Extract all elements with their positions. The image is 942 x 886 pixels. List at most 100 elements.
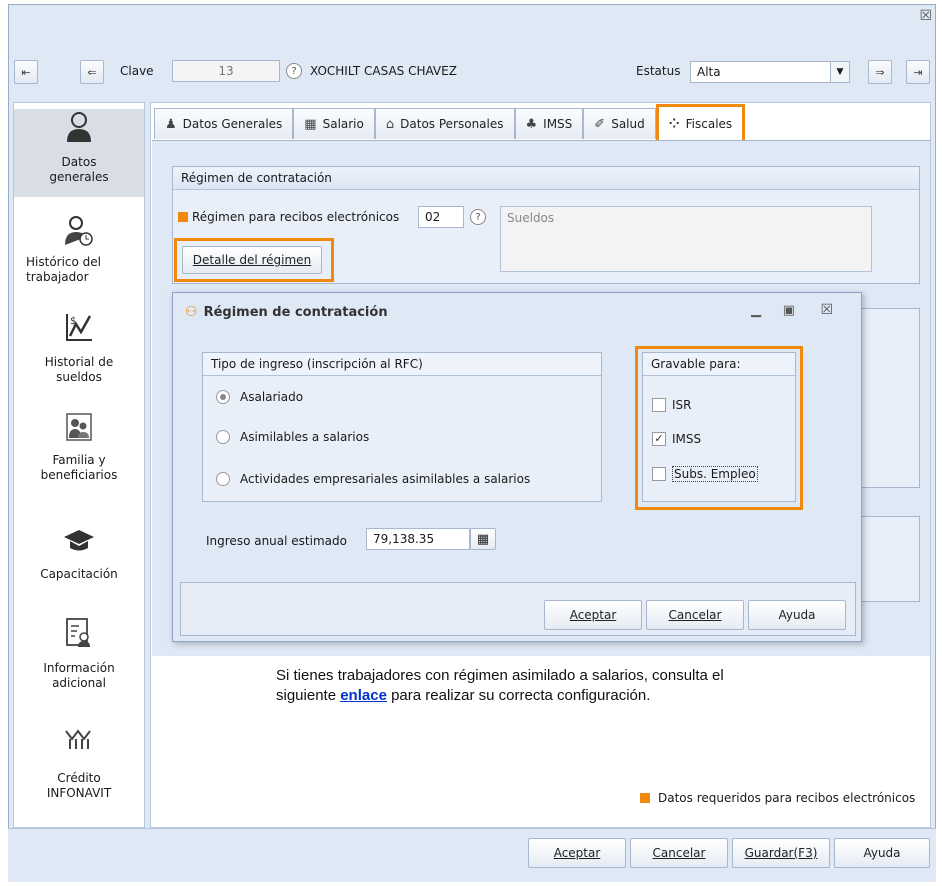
employee-name: XOCHILT CASAS CHAVEZ bbox=[310, 64, 457, 78]
checkbox[interactable] bbox=[652, 467, 666, 481]
fiscales-icon: ⁘ bbox=[668, 116, 680, 132]
tab-datos-personales[interactable]: ⌂ Datos Personales bbox=[374, 108, 515, 139]
radio-label: Actividades empresariales asimilables a … bbox=[240, 472, 531, 486]
dialog-aceptar-button[interactable]: Aceptar bbox=[544, 600, 642, 630]
checkbox-label: ISR bbox=[672, 398, 692, 412]
sidebar-item-informacion[interactable]: Información adicional bbox=[14, 615, 144, 705]
home-icon: ⌂ bbox=[385, 116, 395, 132]
dialog-ayuda-button[interactable]: Ayuda bbox=[748, 600, 846, 630]
tab-salud[interactable]: ✐ Salud bbox=[583, 108, 656, 139]
radio-label: Asalariado bbox=[240, 390, 304, 404]
checkbox-label: Subs. Empleo bbox=[672, 466, 758, 482]
estatus-label: Estatus bbox=[636, 64, 681, 78]
tab-datos-generales[interactable]: ♟ Datos Generales bbox=[154, 108, 294, 139]
sidebar-label: Crédito INFONAVIT bbox=[46, 771, 112, 800]
chevron-down-icon[interactable]: ▼ bbox=[830, 62, 849, 82]
checkbox-imss[interactable]: ✓ IMSS bbox=[652, 432, 701, 446]
radio-actividades[interactable]: Actividades empresariales asimilables a … bbox=[216, 472, 530, 486]
background-group bbox=[860, 308, 920, 488]
ingreso-label: Ingreso anual estimado bbox=[206, 534, 347, 548]
background-group bbox=[860, 516, 920, 602]
checkbox-subs-empleo[interactable]: Subs. Empleo bbox=[652, 466, 758, 482]
family-icon bbox=[14, 409, 144, 445]
last-record-button[interactable]: ⇥ bbox=[906, 60, 930, 84]
close-icon[interactable]: ☒ bbox=[919, 8, 932, 24]
next-record-button[interactable]: ⇒ bbox=[868, 60, 892, 84]
cancelar-button[interactable]: Cancelar bbox=[630, 838, 728, 868]
group-title: Tipo de ingreso (inscripción al RFC) bbox=[203, 353, 601, 376]
checkbox-isr[interactable]: ISR bbox=[652, 398, 692, 412]
person-clock-icon bbox=[14, 213, 144, 249]
tab-label: Salario bbox=[322, 117, 364, 131]
enlace-link[interactable]: enlace bbox=[340, 687, 387, 704]
ingreso-input[interactable]: 79,138.35 bbox=[366, 528, 470, 550]
required-marker bbox=[640, 793, 650, 803]
sidebar: Datos generales Histórico del trabajador… bbox=[13, 102, 145, 828]
radio-button[interactable] bbox=[216, 430, 230, 444]
regimen-input[interactable]: 02 bbox=[418, 206, 464, 228]
dialog-cancelar-button[interactable]: Cancelar bbox=[646, 600, 744, 630]
regimen-description: Sueldos bbox=[500, 206, 872, 272]
prev-icon: ⇐ bbox=[87, 65, 97, 79]
graduation-cap-icon bbox=[14, 523, 144, 559]
dialog-title: Régimen de contratación bbox=[203, 304, 388, 320]
info-text: Si tienes trabajadores con régimen asimi… bbox=[276, 666, 724, 706]
close-icon[interactable]: ☒ bbox=[820, 302, 833, 318]
checkbox-label: IMSS bbox=[672, 432, 702, 446]
sidebar-item-capacitacion[interactable]: Capacitación bbox=[14, 523, 144, 593]
tab-label: IMSS bbox=[543, 117, 573, 131]
bandage-icon: ✐ bbox=[594, 116, 606, 132]
required-marker bbox=[178, 212, 188, 222]
checkbox[interactable]: ✓ bbox=[652, 432, 666, 446]
guardar-button[interactable]: Guardar(F3) bbox=[732, 838, 830, 868]
tab-bar: ♟ Datos Generales ▦ Salario ⌂ Datos Persona… bbox=[154, 104, 746, 144]
first-icon: ⇤ bbox=[21, 65, 31, 79]
clave-label: Clave bbox=[120, 64, 154, 78]
tab-fiscales[interactable]: ⁘ Fiscales bbox=[655, 104, 746, 144]
sidebar-label: Información adicional bbox=[43, 661, 115, 690]
first-record-button[interactable]: ⇤ bbox=[14, 60, 38, 84]
calculator-icon[interactable]: ▦ bbox=[470, 528, 496, 550]
sidebar-item-historico[interactable]: Histórico del trabajador bbox=[14, 213, 144, 293]
minimize-icon[interactable]: ▁ bbox=[751, 303, 761, 318]
sidebar-item-familia[interactable]: Familia y beneficiarios bbox=[14, 409, 144, 499]
group-title: Régimen de contratación bbox=[173, 167, 919, 190]
imss-icon: ♣ bbox=[525, 116, 538, 132]
person-icon bbox=[14, 109, 144, 145]
salary-chart-icon: $ bbox=[14, 309, 144, 345]
radio-label: Asimilables a salarios bbox=[240, 430, 370, 444]
infonavit-icon bbox=[14, 721, 144, 757]
radio-button[interactable] bbox=[216, 390, 230, 404]
ayuda-button[interactable]: Ayuda bbox=[834, 838, 930, 868]
users-icon: ⚇ bbox=[185, 304, 198, 320]
prev-record-button[interactable]: ⇐ bbox=[80, 60, 104, 84]
tab-imss[interactable]: ♣ IMSS bbox=[514, 108, 584, 139]
radio-button[interactable] bbox=[216, 472, 230, 486]
help-icon[interactable]: ? bbox=[286, 63, 302, 79]
regimen-field-label: Régimen para recibos electrónicos bbox=[192, 210, 400, 224]
sidebar-item-infonavit[interactable]: Crédito INFONAVIT bbox=[14, 721, 144, 811]
sidebar-item-historial-sueldos[interactable]: $ Historial de sueldos bbox=[14, 309, 144, 389]
clave-input[interactable]: 13 bbox=[172, 60, 280, 82]
checkbox[interactable] bbox=[652, 398, 666, 412]
tab-label: Datos Personales bbox=[400, 117, 504, 131]
aceptar-button[interactable]: Aceptar bbox=[528, 838, 626, 868]
help-icon[interactable]: ? bbox=[470, 209, 486, 225]
money-icon: ▦ bbox=[304, 116, 317, 132]
detalle-regimen-button[interactable]: Detalle del régimen bbox=[182, 246, 322, 274]
radio-asalariado[interactable]: Asalariado bbox=[216, 390, 303, 404]
sidebar-label: Familia y beneficiarios bbox=[40, 453, 118, 482]
info-line: siguiente enlace para realizar su correc… bbox=[276, 686, 724, 706]
estatus-select[interactable]: Alta ▼ bbox=[690, 61, 850, 83]
last-icon: ⇥ bbox=[913, 65, 923, 79]
sidebar-item-datos-generales[interactable]: Datos generales bbox=[14, 109, 144, 197]
estatus-value: Alta bbox=[697, 65, 721, 79]
tab-salario[interactable]: ▦ Salario bbox=[293, 108, 375, 139]
radio-asimilables[interactable]: Asimilables a salarios bbox=[216, 430, 369, 444]
maximize-icon[interactable]: ▣ bbox=[783, 303, 795, 318]
info-line: Si tienes trabajadores con régimen asimi… bbox=[276, 667, 724, 684]
info-text-part: siguiente bbox=[276, 687, 341, 704]
sidebar-label: Historial de sueldos bbox=[44, 355, 114, 384]
info-text-part: para realizar su correcta configuración. bbox=[386, 687, 651, 704]
info-card-icon bbox=[14, 615, 144, 651]
